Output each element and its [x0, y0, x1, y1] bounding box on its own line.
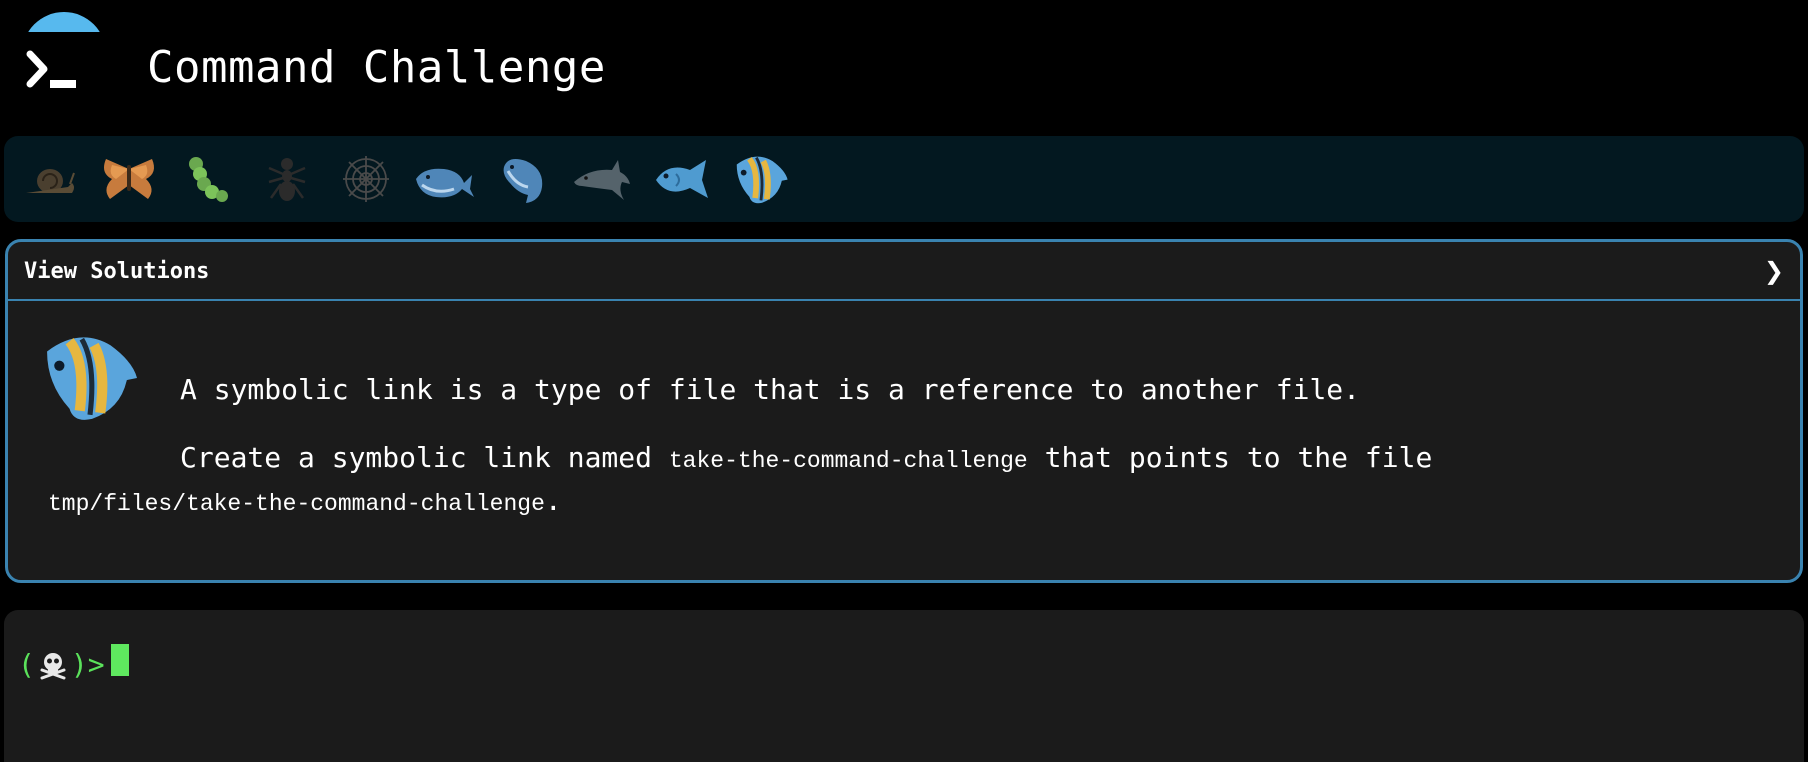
terminal-cursor[interactable] [111, 644, 129, 676]
spouting-whale-icon [503, 159, 543, 203]
level-ant[interactable] [255, 147, 319, 211]
chevron-right-icon: ❯ [1763, 257, 1784, 285]
challenge-paragraph-2-continued: tmp/files/take-the-command-challenge. [48, 484, 562, 517]
page-title: Command Challenge [147, 42, 606, 93]
command-challenge-page: Command Challenge View Solutions ❯ A sym… [0, 0, 1808, 762]
terminal[interactable]: ( )> [4, 610, 1804, 762]
view-solutions-label: View Solutions [24, 259, 210, 284]
view-solutions-toggle[interactable]: View Solutions ❯ [8, 242, 1800, 301]
prompt-close: )> [70, 648, 105, 681]
skull-crossbones-icon [40, 652, 66, 679]
link-name-code: take-the-command-challenge [668, 448, 1028, 474]
fish-icon [656, 160, 708, 198]
level-butterfly[interactable] [97, 147, 161, 211]
level-caterpillar[interactable] [176, 147, 240, 211]
whale-icon [416, 168, 474, 198]
level-fish[interactable] [650, 147, 714, 211]
ant-icon [268, 158, 306, 201]
target-path-code: tmp/files/take-the-command-challenge [48, 491, 545, 517]
tropical-fish-icon [47, 337, 138, 420]
butterfly-icon [104, 159, 154, 199]
caterpillar-icon [189, 157, 228, 202]
snail-icon [26, 169, 75, 193]
header: Command Challenge [0, 0, 1808, 130]
terminal-prompt: ( )> [18, 648, 105, 681]
paragraph-2-prefix: Create a symbolic link named [180, 441, 669, 474]
level-spider-web[interactable] [334, 147, 398, 211]
challenge-panel: View Solutions ❯ A symbolic link is a ty… [5, 239, 1803, 583]
challenge-description: A symbolic link is a type of file that i… [8, 301, 1800, 580]
level-bar [4, 136, 1804, 222]
level-snail[interactable] [18, 147, 82, 211]
challenge-paragraph-2: Create a symbolic link named take-the-co… [180, 441, 1432, 474]
paragraph-2-suffix: that points to the file [1027, 441, 1433, 474]
paragraph-2-end: . [544, 484, 562, 517]
level-tropical-fish[interactable] [729, 147, 793, 211]
level-spouting-whale[interactable] [492, 147, 556, 211]
challenge-paragraph-1: A symbolic link is a type of file that i… [180, 373, 1361, 406]
level-dolphin[interactable] [571, 147, 635, 211]
tropical-fish-icon [736, 156, 788, 204]
level-whale[interactable] [413, 147, 477, 211]
terminal-prompt-icon [26, 50, 76, 88]
spider-web-icon [343, 156, 389, 202]
dolphin-icon [574, 160, 630, 200]
prompt-open-paren: ( [18, 648, 35, 681]
